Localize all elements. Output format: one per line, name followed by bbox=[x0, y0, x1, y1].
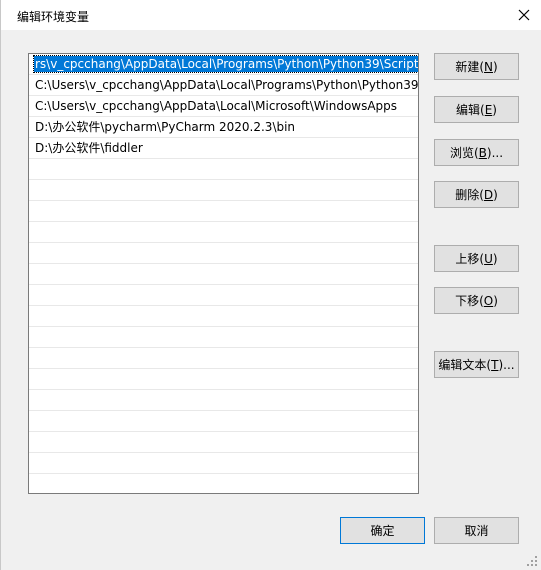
empty-list-row[interactable] bbox=[29, 390, 418, 411]
move-up-button[interactable]: 上移(U) bbox=[434, 245, 519, 272]
edit-text-button-label: 编辑文本( bbox=[438, 358, 492, 372]
empty-list-row[interactable] bbox=[29, 306, 418, 327]
list-item[interactable]: rs\v_cpcchang\AppData\Local\Programs\Pyt… bbox=[29, 54, 418, 75]
resize-grip-icon[interactable] bbox=[526, 555, 538, 567]
empty-list-row[interactable] bbox=[29, 411, 418, 432]
move-down-button[interactable]: 下移(O) bbox=[434, 287, 519, 314]
empty-list-row[interactable] bbox=[29, 348, 418, 369]
browse-button[interactable]: 浏览(B)... bbox=[434, 139, 519, 166]
title-bar[interactable]: 编辑环境变量 bbox=[1, 0, 541, 30]
move-down-button-label: 下移( bbox=[455, 294, 484, 308]
move-down-button-suffix: ) bbox=[493, 293, 498, 308]
edit-text-button-suffix: )... bbox=[498, 357, 515, 372]
list-item[interactable]: C:\Users\v_cpcchang\AppData\Local\Progra… bbox=[29, 75, 418, 96]
list-item[interactable]: C:\Users\v_cpcchang\AppData\Local\Micros… bbox=[29, 96, 418, 117]
move-up-button-label: 上移( bbox=[455, 252, 485, 266]
empty-list-row[interactable] bbox=[29, 159, 418, 180]
close-icon bbox=[518, 9, 530, 21]
edit-button[interactable]: 编辑(E) bbox=[434, 96, 519, 123]
empty-list-row[interactable] bbox=[29, 264, 418, 285]
dialog-title: 编辑环境变量 bbox=[17, 10, 90, 24]
edit-button-label: 编辑( bbox=[456, 103, 485, 117]
empty-list-row[interactable] bbox=[29, 201, 418, 222]
new-button[interactable]: 新建(N) bbox=[434, 53, 519, 80]
edit-text-button[interactable]: 编辑文本(T)... bbox=[434, 351, 519, 378]
browse-button-label: 浏览( bbox=[449, 146, 479, 160]
empty-list-row[interactable] bbox=[29, 327, 418, 348]
empty-list-row[interactable] bbox=[29, 369, 418, 390]
path-list[interactable]: rs\v_cpcchang\AppData\Local\Programs\Pyt… bbox=[28, 53, 419, 494]
list-item[interactable]: D:\办公软件\fiddler bbox=[29, 138, 418, 159]
browse-button-mnemonic: B bbox=[478, 145, 487, 160]
empty-list-row[interactable] bbox=[29, 432, 418, 453]
delete-button[interactable]: 删除(D) bbox=[434, 181, 519, 208]
cancel-button-label: 取消 bbox=[464, 524, 489, 538]
path-text: C:\Users\v_cpcchang\AppData\Local\Micros… bbox=[35, 99, 398, 113]
new-button-mnemonic: N bbox=[484, 59, 493, 74]
new-button-label: 新建( bbox=[455, 60, 484, 74]
ok-button-label: 确定 bbox=[370, 524, 395, 538]
path-text: D:\办公软件\pycharm\PyCharm 2020.2.3\bin bbox=[35, 120, 296, 134]
empty-list-row[interactable] bbox=[29, 474, 418, 493]
empty-list-row[interactable] bbox=[29, 222, 418, 243]
path-text: C:\Users\v_cpcchang\AppData\Local\Progra… bbox=[35, 78, 419, 92]
delete-button-suffix: ) bbox=[493, 187, 498, 202]
empty-list-row[interactable] bbox=[29, 243, 418, 264]
empty-list-row[interactable] bbox=[29, 285, 418, 306]
empty-list-row[interactable] bbox=[29, 180, 418, 201]
edit-button-suffix: ) bbox=[492, 102, 497, 117]
move-up-button-suffix: ) bbox=[492, 251, 498, 266]
cancel-button[interactable]: 取消 bbox=[434, 517, 519, 544]
close-button[interactable] bbox=[506, 0, 541, 30]
move-down-button-mnemonic: O bbox=[483, 293, 494, 308]
browse-button-suffix: )... bbox=[486, 145, 504, 160]
move-up-button-mnemonic: U bbox=[484, 251, 493, 266]
ok-button[interactable]: 确定 bbox=[340, 517, 425, 544]
list-item[interactable]: D:\办公软件\pycharm\PyCharm 2020.2.3\bin bbox=[29, 117, 418, 138]
edit-button-mnemonic: E bbox=[484, 102, 493, 117]
path-text: rs\v_cpcchang\AppData\Local\Programs\Pyt… bbox=[33, 55, 418, 73]
edit-text-button-mnemonic: T bbox=[491, 357, 499, 372]
path-text: D:\办公软件\fiddler bbox=[35, 141, 143, 155]
new-button-suffix: ) bbox=[492, 59, 498, 74]
delete-button-mnemonic: D bbox=[483, 187, 494, 202]
empty-list-row[interactable] bbox=[29, 453, 418, 474]
delete-button-label: 删除( bbox=[455, 188, 484, 202]
edit-env-var-dialog: 编辑环境变量 rs\v_cpcchang\AppData\Local\Progr… bbox=[0, 0, 541, 570]
